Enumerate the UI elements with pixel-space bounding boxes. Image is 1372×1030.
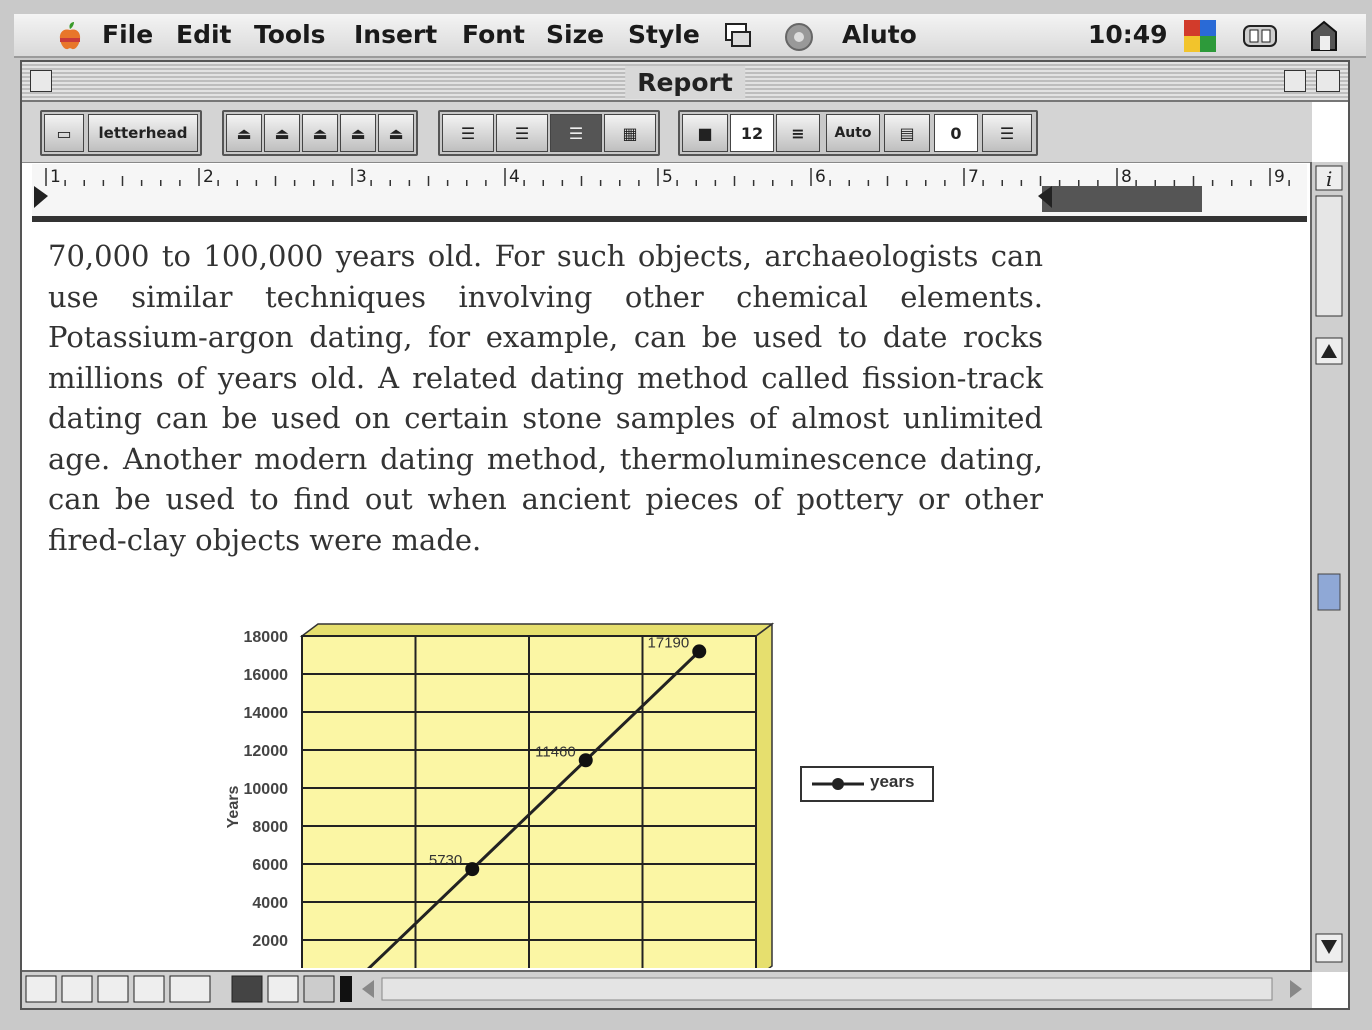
tab-clear-icon[interactable]: ⏏ (378, 114, 414, 152)
y-tick-label: 4000 (252, 895, 288, 912)
ruler-scale: 1 2 3 4 5 6 7 8 9 (34, 167, 1290, 212)
y-axis-label: Years (225, 786, 242, 829)
vertical-scroll-art: i (1315, 165, 1343, 963)
tool-picture-icon (97, 975, 129, 1003)
format-toolbar: ▭ letterhead ⏏ ⏏ ⏏ ⏏ ⏏ ☰ ☰ ☰ ▦ ■ 12 ≡ Au… (22, 102, 1312, 163)
report-window: Report ▭ letterhead ⏏ ⏏ ⏏ ⏏ ⏏ ☰ ☰ ☰ ▦ ■ … (20, 60, 1350, 1010)
ruler-label: 3 (356, 167, 367, 187)
menu-bar: File Edit Tools Insert Font Size Style A… (14, 14, 1366, 58)
years-line-chart: 0200040006000800010000120001400016000180… (225, 622, 775, 968)
app-gear-icon[interactable] (782, 20, 816, 54)
application-menu[interactable]: Aluto (842, 20, 917, 49)
data-point (465, 862, 480, 877)
menu-clock: 10:49 (1088, 20, 1168, 49)
tool-text-icon (25, 975, 57, 1003)
indent-icon[interactable]: ▤ (884, 114, 930, 152)
ruler-label: 2 (203, 167, 214, 187)
tab-right-icon[interactable]: ⏏ (302, 114, 338, 152)
plot-side-face (755, 622, 773, 968)
menu-file[interactable]: File (102, 20, 153, 49)
data-label: 5730 (429, 852, 462, 869)
data-label: 11460 (535, 743, 576, 760)
menu-size[interactable]: Size (546, 20, 604, 49)
control-strip-icon[interactable] (1242, 20, 1278, 52)
menu-style[interactable]: Style (628, 20, 700, 49)
legend-label: years (870, 772, 915, 791)
vertical-scrollbar[interactable]: i (1310, 162, 1348, 972)
window-title: Report (625, 66, 745, 99)
align-right-icon[interactable]: ☰ (550, 114, 602, 152)
spacing-group: ■ 12 ≡ Auto ▤ 0 ☰ (678, 110, 1038, 156)
status-tools-strip (25, 975, 1302, 1003)
zoom-box-button[interactable] (1284, 70, 1306, 92)
y-tick-label: 2000 (252, 933, 288, 950)
scroll-left-icon (362, 980, 374, 998)
apple-menu-icon[interactable] (54, 20, 86, 52)
tool-frame-icon (61, 975, 93, 1003)
menu-font[interactable]: Font (462, 20, 525, 49)
align-center-icon[interactable]: ☰ (496, 114, 548, 152)
indent-field[interactable]: 0 (934, 114, 978, 152)
svg-text:i: i (1326, 167, 1332, 191)
tool-paragraph-icon (133, 975, 165, 1003)
stylesheet-icon[interactable]: ▭ (44, 114, 84, 152)
tab-center-icon[interactable]: ⏏ (264, 114, 300, 152)
plot-top-face (299, 623, 775, 637)
y-tick-label: 18000 (244, 629, 289, 646)
y-tick-label: 12000 (244, 743, 289, 760)
tab-decimal-icon[interactable]: ⏏ (340, 114, 376, 152)
stylesheet-popup[interactable]: letterhead (88, 114, 198, 152)
y-tick-label: 10000 (244, 781, 289, 798)
spacing-lines-icon[interactable]: ≡ (776, 114, 820, 152)
line-spacing-icon[interactable]: ■ (682, 114, 728, 152)
tool-view-icon (169, 975, 211, 1003)
window-titlebar[interactable]: Report (22, 62, 1348, 102)
tab-left-icon[interactable]: ⏏ (226, 114, 262, 152)
data-label: 17190 (648, 634, 690, 651)
font-size-field[interactable]: 12 (730, 114, 774, 152)
legend-marker-icon (812, 778, 864, 790)
page-outline-icon (303, 975, 335, 1003)
ruler-label: 6 (815, 167, 826, 187)
window-menu-icon[interactable] (722, 20, 754, 52)
stylesheet-group: ▭ letterhead (40, 110, 202, 156)
menu-insert[interactable]: Insert (354, 20, 437, 49)
tab-stops-group: ⏏ ⏏ ⏏ ⏏ ⏏ (222, 110, 418, 156)
close-box-button[interactable] (30, 70, 52, 92)
space-between-icon[interactable]: ☰ (982, 114, 1032, 152)
alignment-group: ☰ ☰ ☰ ▦ (438, 110, 660, 156)
align-justify-icon[interactable]: ▦ (604, 114, 656, 152)
left-indent-marker (34, 186, 48, 208)
collapse-box-button[interactable] (1316, 70, 1340, 92)
y-tick-label: 14000 (244, 705, 289, 722)
ruler-label: 1 (50, 167, 61, 187)
menu-tools[interactable]: Tools (254, 20, 326, 49)
align-left-icon[interactable]: ☰ (442, 114, 494, 152)
ruler-label: 4 (509, 167, 520, 187)
y-tick-label: 8000 (252, 819, 288, 836)
finder-app-icon[interactable] (1304, 16, 1344, 56)
horizontal-scrollbar[interactable] (22, 970, 1312, 1008)
chart-legend: years (800, 766, 934, 802)
ruler-label: 8 (1121, 167, 1132, 187)
page-layout-icon (267, 975, 299, 1003)
menu-edit[interactable]: Edit (176, 20, 232, 49)
data-point (578, 753, 593, 768)
ruler-label: 7 (968, 167, 979, 187)
scroll-right-icon (1290, 980, 1302, 998)
ruler-label: 5 (662, 167, 673, 187)
y-tick-label: 6000 (252, 857, 288, 874)
ruler-label: 9 (1274, 167, 1285, 187)
document-area[interactable]: 70,000 to 100,000 years old. For such ob… (36, 230, 1308, 968)
spacing-auto-button[interactable]: Auto (826, 114, 880, 152)
data-point (692, 644, 707, 659)
ruler[interactable]: 1 2 3 4 5 6 7 8 9 (32, 164, 1307, 222)
page-view-icon (231, 975, 263, 1003)
color-monitor-icon[interactable] (1182, 18, 1218, 54)
y-tick-label: 16000 (244, 667, 289, 684)
body-paragraph: 70,000 to 100,000 years old. For such ob… (48, 239, 1043, 557)
